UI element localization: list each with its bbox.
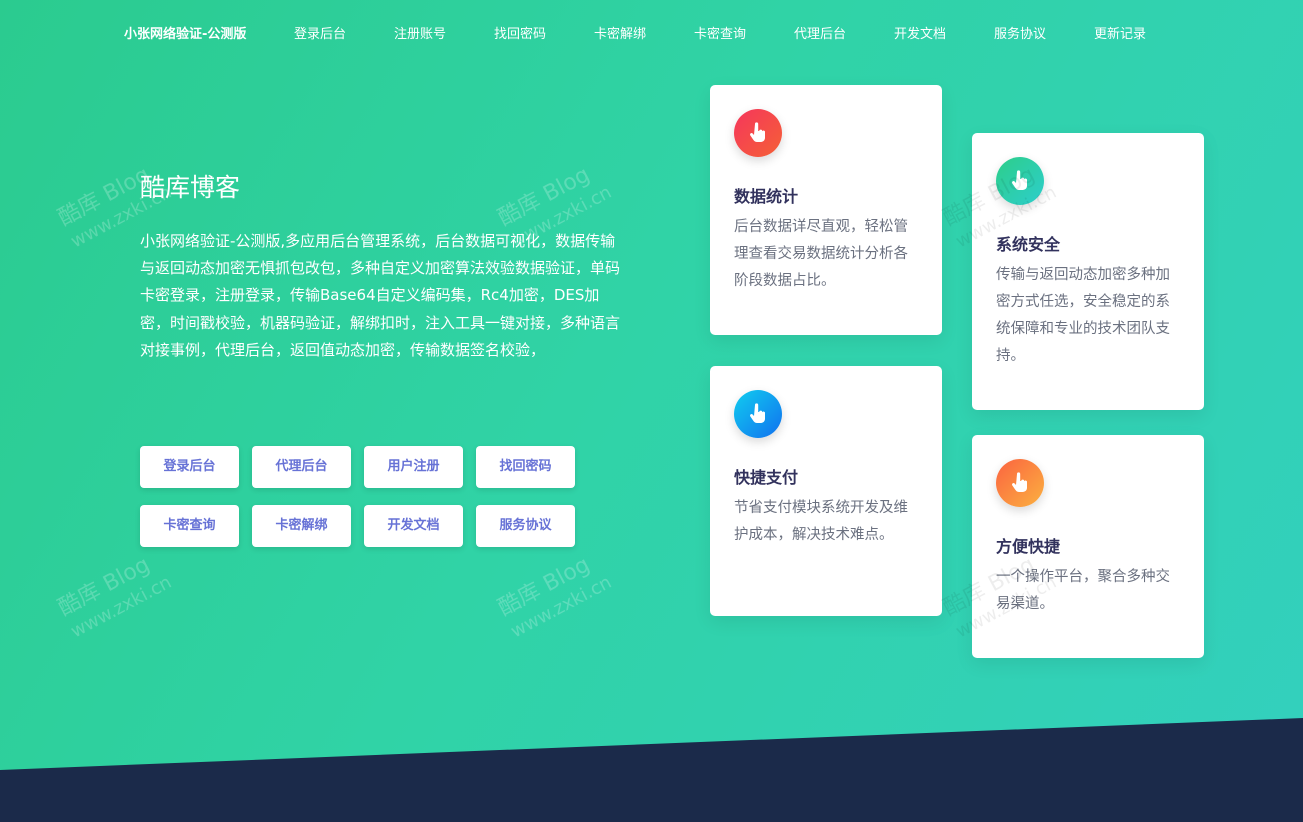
card-text: 后台数据详尽直观，轻松管理查看交易数据统计分析各阶段数据占比。: [734, 219, 908, 289]
hero-title: 酷库博客: [140, 173, 241, 202]
card-title: 系统安全: [996, 235, 1061, 254]
hand-pointer-icon: [734, 390, 782, 438]
hand-pointer-icon: [996, 459, 1044, 507]
feature-card-quick-payment: 快捷支付 节省支付模块系统开发及维护成本，解决技术难点。: [710, 366, 942, 616]
card-text: 一个操作平台，聚合多种交易渠道。: [996, 569, 1170, 612]
nav-link-recover-password[interactable]: 找回密码: [494, 23, 546, 42]
user-register-button[interactable]: 用户注册: [364, 446, 463, 488]
nav-link-agent-backend[interactable]: 代理后台: [794, 23, 846, 42]
card-title: 方便快捷: [996, 537, 1061, 556]
nav-link-changelog[interactable]: 更新记录: [1094, 23, 1146, 42]
hero-description: 小张网络验证-公测版,多应用后台管理系统，后台数据可视化，数据传输与返回动态加密…: [140, 232, 621, 359]
top-navbar: 小张网络验证-公测版 登录后台 注册账号 找回密码 卡密解绑 卡密查询 代理后台…: [0, 0, 1303, 64]
dev-docs-button[interactable]: 开发文档: [364, 505, 463, 547]
service-agreement-button[interactable]: 服务协议: [476, 505, 575, 547]
nav-link-card-query[interactable]: 卡密查询: [694, 23, 746, 42]
feature-card-data-stats: 数据统计 后台数据详尽直观，轻松管理查看交易数据统计分析各阶段数据占比。: [710, 85, 942, 335]
watermark: 酷库 Blogwww.zxki.cn: [54, 552, 176, 643]
nav-link-service-agreement[interactable]: 服务协议: [994, 23, 1046, 42]
nav-link-dev-docs[interactable]: 开发文档: [894, 23, 946, 42]
feature-card-system-security: 系统安全 传输与返回动态加密多种加密方式任选，安全稳定的系统保障和专业的技术团队…: [972, 133, 1204, 410]
nav-link-card-unbind[interactable]: 卡密解绑: [594, 23, 646, 42]
login-backend-button[interactable]: 登录后台: [140, 446, 239, 488]
hand-pointer-icon: [996, 157, 1044, 205]
brand-logo-text[interactable]: 小张网络验证-公测版: [124, 23, 246, 42]
nav-link-login[interactable]: 登录后台: [294, 23, 346, 42]
nav-link-register[interactable]: 注册账号: [394, 23, 446, 42]
card-query-button[interactable]: 卡密查询: [140, 505, 239, 547]
recover-password-button[interactable]: 找回密码: [476, 446, 575, 488]
card-text: 传输与返回动态加密多种加密方式任选，安全稳定的系统保障和专业的技术团队支持。: [996, 267, 1170, 364]
card-title: 数据统计: [734, 187, 799, 206]
card-title: 快捷支付: [734, 468, 799, 487]
footer-slanted-band: [0, 718, 1303, 822]
card-text: 节省支付模块系统开发及维护成本，解决技术难点。: [734, 500, 908, 543]
card-unbind-button[interactable]: 卡密解绑: [252, 505, 351, 547]
feature-card-convenience: 方便快捷 一个操作平台，聚合多种交易渠道。: [972, 435, 1204, 658]
agent-backend-button[interactable]: 代理后台: [252, 446, 351, 488]
watermark: 酷库 Blogwww.zxki.cn: [494, 552, 616, 643]
hand-pointer-icon: [734, 109, 782, 157]
